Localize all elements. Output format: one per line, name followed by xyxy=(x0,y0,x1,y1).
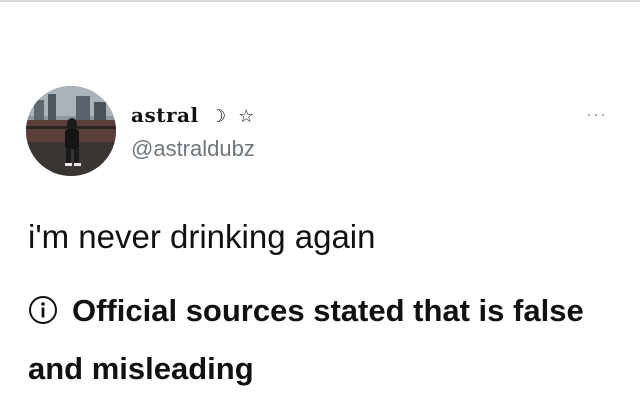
misleading-notice[interactable]: Official sources stated that is false an… xyxy=(28,284,608,396)
user-handle[interactable]: @astraldubz xyxy=(131,136,255,162)
divider xyxy=(0,0,640,2)
avatar[interactable] xyxy=(26,86,116,176)
display-name[interactable]: astral ☽ ☆ xyxy=(131,103,255,127)
info-circle-icon xyxy=(28,288,58,342)
notice-text: Official sources stated that is false an… xyxy=(28,293,584,386)
tweet-card: astral ☽ ☆ @astraldubz ··· i'm never dri… xyxy=(0,0,640,418)
star-icon: ☆ xyxy=(238,106,255,127)
tweet-text: i'm never drinking again xyxy=(28,218,376,255)
avatar-image xyxy=(26,86,116,176)
display-name-text: astral xyxy=(131,103,199,127)
more-options-icon[interactable]: ··· xyxy=(586,104,607,125)
moon-icon: ☽ xyxy=(210,106,227,127)
